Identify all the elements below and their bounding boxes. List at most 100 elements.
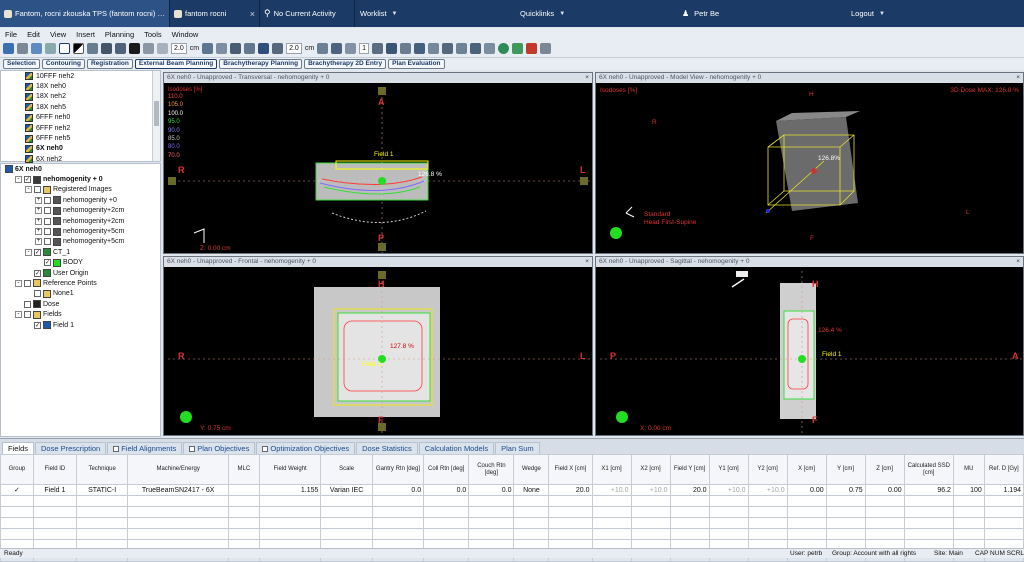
grid-view-icon[interactable] xyxy=(512,43,524,54)
quicklinks-menu[interactable]: Quicklinks ▼ xyxy=(520,0,565,27)
globe-icon[interactable] xyxy=(498,43,510,54)
undo-icon[interactable] xyxy=(470,43,482,54)
visibility-checkbox[interactable]: ✓ xyxy=(44,259,51,267)
distance-icon[interactable] xyxy=(272,43,284,54)
expand-toggle-icon[interactable]: - xyxy=(15,279,22,287)
close-icon[interactable]: × xyxy=(585,73,589,83)
visibility-checkbox[interactable] xyxy=(24,279,31,287)
tab-calculation-models[interactable]: Calculation Models xyxy=(418,442,495,454)
logout-menu[interactable]: Logout ▼ xyxy=(851,0,885,27)
couch-icon[interactable] xyxy=(442,43,454,54)
window-level-icon[interactable] xyxy=(73,43,84,54)
visibility-checkbox[interactable] xyxy=(34,290,41,298)
tree-node[interactable]: - Reference Points xyxy=(1,278,160,288)
measure-icon[interactable] xyxy=(115,43,126,54)
visibility-checkbox[interactable]: ✓ xyxy=(24,176,31,184)
tab-checkbox[interactable] xyxy=(189,445,196,452)
workspace-external-beam-planning[interactable]: External Beam Planning xyxy=(134,59,218,69)
close-icon[interactable]: × xyxy=(250,9,255,19)
close-icon[interactable]: × xyxy=(1016,257,1020,267)
expand-toggle-icon[interactable]: + xyxy=(35,238,42,246)
visibility-checkbox[interactable] xyxy=(24,300,31,308)
tab-field-alignments[interactable]: Field Alignments xyxy=(107,442,183,454)
visibility-checkbox[interactable]: ✓ xyxy=(34,269,41,277)
workspace-selection[interactable]: Selection xyxy=(3,59,40,69)
worklist-menu[interactable]: Worklist ▼ xyxy=(360,0,397,27)
visibility-checkbox[interactable]: ✓ xyxy=(34,321,41,329)
viewport-sagittal[interactable]: 6X neh0 - Unapproved - Sagittal - nehomo… xyxy=(595,256,1024,436)
tree-node[interactable]: + nehomogenity +0 xyxy=(1,195,160,205)
workspace-brachytherapy-2d-entry[interactable]: Brachytherapy 2D Entry xyxy=(304,59,387,69)
plan-list-item[interactable]: 10FFF neh2 xyxy=(1,71,160,81)
rotate-icon[interactable] xyxy=(31,43,42,54)
tab-dose-statistics[interactable]: Dose Statistics xyxy=(356,442,418,454)
tree-node[interactable]: + nehomogenity+5cm xyxy=(1,226,160,236)
expand-toggle-icon[interactable]: + xyxy=(35,207,42,215)
distance-value-input[interactable]: 2.0 xyxy=(286,43,302,54)
viewport-frontal[interactable]: 6X neh0 - Unapproved - Frontal - nehomog… xyxy=(163,256,593,436)
tree-node[interactable]: - Registered Images xyxy=(1,185,160,195)
close-icon[interactable]: × xyxy=(1016,73,1020,83)
select-icon[interactable] xyxy=(59,43,70,54)
visibility-checkbox[interactable] xyxy=(24,311,31,319)
tab-dose-prescription[interactable]: Dose Prescription xyxy=(35,442,107,454)
expand-toggle-icon[interactable]: - xyxy=(25,186,32,194)
zoom-icon[interactable] xyxy=(101,43,112,54)
tree-node[interactable]: None1 xyxy=(1,289,160,299)
tree-node[interactable]: ✓ User Origin xyxy=(1,268,160,278)
tree-node[interactable]: - ✓ nehomogenity + 0 xyxy=(1,174,160,184)
visibility-checkbox[interactable] xyxy=(44,207,51,215)
profile-icon[interactable] xyxy=(258,43,270,54)
menu-window[interactable]: Window xyxy=(167,30,204,39)
window-tab-patient[interactable]: fantom rocni × xyxy=(170,0,260,27)
expand-toggle-icon[interactable]: + xyxy=(35,217,42,225)
target-icon[interactable] xyxy=(428,43,440,54)
expand-toggle-icon[interactable]: + xyxy=(35,196,42,204)
fit-icon[interactable] xyxy=(372,43,384,54)
visibility-checkbox[interactable] xyxy=(44,217,51,225)
window-tab-active[interactable]: Fantom, rocni zkouska TPS (fantom rocni)… xyxy=(0,0,170,27)
visibility-checkbox[interactable]: ✓ xyxy=(34,248,41,256)
expand-toggle-icon[interactable]: - xyxy=(25,248,32,256)
plan-list-item[interactable]: 6FFF neh2 xyxy=(1,123,160,133)
workspace-contouring[interactable]: Contouring xyxy=(41,59,85,69)
crosshair-icon[interactable] xyxy=(45,43,56,54)
tree-node[interactable]: - Fields xyxy=(1,309,160,319)
ruler-icon[interactable] xyxy=(244,43,256,54)
expand-toggle-icon[interactable]: + xyxy=(35,228,42,236)
pan-icon[interactable] xyxy=(87,43,98,54)
zoom-in-icon[interactable] xyxy=(345,43,357,54)
report-icon[interactable] xyxy=(540,43,552,54)
dose-icon[interactable] xyxy=(456,43,468,54)
plan-list-item[interactable]: 6FFF neh5 xyxy=(1,133,160,143)
group-checkbox[interactable]: ✓ xyxy=(0,484,34,496)
plan-list-item[interactable]: 6X neh0 xyxy=(1,144,160,154)
visibility-checkbox[interactable] xyxy=(44,238,51,246)
workspace-registration[interactable]: Registration xyxy=(86,59,133,69)
tab-plan-objectives[interactable]: Plan Objectives xyxy=(183,442,256,454)
tree-node[interactable]: - ✓ CT_1 xyxy=(1,247,160,257)
field-icon[interactable] xyxy=(386,43,398,54)
redo-icon[interactable] xyxy=(484,43,496,54)
viewport-model-view[interactable]: 6X neh0 - Unapproved - Model View - neho… xyxy=(595,72,1024,254)
save-icon[interactable] xyxy=(3,43,14,54)
close-icon[interactable]: × xyxy=(585,257,589,267)
layout-icon[interactable] xyxy=(143,43,154,54)
tree-node[interactable]: + nehomogenity+2cm xyxy=(1,216,160,226)
tree-node[interactable]: Dose xyxy=(1,299,160,309)
plan-list-item[interactable]: 6FFF neh0 xyxy=(1,113,160,123)
scrollbar-thumb[interactable] xyxy=(154,101,159,126)
3d-cube-icon[interactable] xyxy=(526,43,538,54)
table-row[interactable]: ✓ Field 1 STATIC-I TrueBeamSN2417 - 6X 1.155… xyxy=(0,484,1024,496)
isocenter-icon[interactable] xyxy=(317,43,329,54)
plan-list-scrollbar[interactable] xyxy=(152,71,160,161)
expand-toggle-icon[interactable]: - xyxy=(15,176,22,184)
zoom-value-input[interactable]: 2.0 xyxy=(171,43,187,54)
plan-list-item[interactable]: 18X neh2 xyxy=(1,92,160,102)
menu-view[interactable]: View xyxy=(45,30,71,39)
workspace-plan-evaluation[interactable]: Plan Evaluation xyxy=(388,59,445,69)
tree-node[interactable]: + nehomogenity+5cm xyxy=(1,237,160,247)
menu-insert[interactable]: Insert xyxy=(71,30,100,39)
tree-node[interactable]: + nehomogenity+2cm xyxy=(1,206,160,216)
menu-planning[interactable]: Planning xyxy=(100,30,139,39)
